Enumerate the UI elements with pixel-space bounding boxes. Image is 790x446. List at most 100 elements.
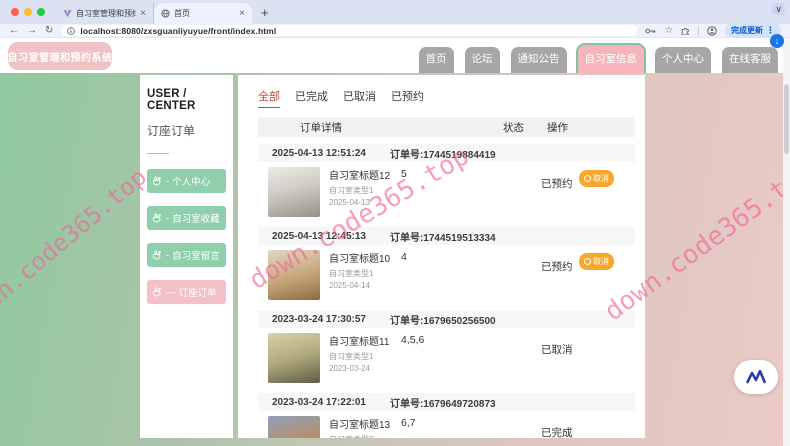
sidebar-item-dash: —	[166, 286, 176, 298]
sidebar-item-label: 订座订单	[178, 288, 217, 299]
toolbar-actions: ☆ 完成更新 ⋮	[645, 23, 781, 38]
browser-tab-system[interactable]: 自习室管理和预约系统 ×	[56, 3, 154, 24]
orders-table-header: 订单详情 状态 操作	[258, 117, 635, 137]
order-row-header: 2023-03-24 17:30:57 订单号:1679650256500	[258, 310, 635, 328]
reservation-date: 2023-03-24	[329, 364, 370, 373]
order-info: 自习室标题12 自习室类型1 2025-04-13	[329, 167, 390, 207]
order-row: 2025-04-13 12:45:13 订单号:1744519513334 自习…	[258, 227, 635, 305]
reload-icon[interactable]: ↻	[45, 25, 53, 36]
minimize-window-button[interactable]	[24, 8, 32, 16]
order-number: 订单号:1744519884419	[389, 149, 496, 161]
hand-horns-icon	[151, 175, 163, 187]
browser-window: 自习室管理和预约系统 × 首页 × + ∨ ← → ↻ localhost:80…	[0, 0, 790, 446]
sidebar-divider	[147, 153, 169, 154]
sidebar-menu-item[interactable]: - 自习室留言	[147, 243, 226, 267]
order-row-header: 2023-03-24 17:22:01 订单号:1679649720873	[258, 393, 635, 411]
profile-avatar-icon[interactable]	[707, 25, 717, 36]
column-header-details: 订单详情	[300, 121, 342, 134]
tab-search-icon[interactable]: ∨	[772, 3, 785, 15]
seat-numbers: 5	[401, 168, 407, 180]
browser-toolbar: ← → ↻ localhost:8080/zxsguanliyuyue/fron…	[0, 23, 790, 38]
hand-horns-icon	[151, 212, 163, 224]
sidebar-item-dash: -	[166, 249, 170, 261]
order-filter-tab[interactable]: 已取消	[343, 88, 376, 108]
close-window-button[interactable]	[11, 8, 19, 16]
order-datetime: 2025-04-13 12:51:24	[272, 147, 366, 159]
sidebar-item-dash: -	[166, 175, 170, 187]
browser-tab-strip: 自习室管理和预约系统 × 首页 × + ∨	[0, 0, 790, 24]
order-info: 自习室标题10 自习室类型1 2025-04-14	[329, 250, 390, 290]
room-title[interactable]: 自习室标题13	[329, 416, 390, 431]
tab-label: 全部	[258, 91, 280, 103]
order-number: 订单号:1679650256500	[389, 315, 496, 327]
site-header: 自习室管理和预约系统 首页 论坛 通知公告 自习室信息 个人中心 在线客服	[0, 38, 790, 73]
close-tab-icon[interactable]: ×	[140, 8, 146, 19]
column-header-status: 状态	[503, 121, 524, 134]
study-room-photo[interactable]	[268, 416, 320, 438]
address-bar[interactable]: localhost:8080/zxsguanliyuyue/front/inde…	[61, 25, 638, 36]
new-tab-button[interactable]: +	[252, 5, 278, 20]
seat-numbers: 4,5,6	[401, 334, 425, 346]
nav-item[interactable]: 论坛	[462, 44, 502, 73]
vite-favicon-icon	[63, 9, 72, 18]
page-scrollbar[interactable]	[783, 38, 790, 446]
nav-item[interactable]: 自习室信息	[575, 42, 646, 73]
maximize-window-button[interactable]	[37, 8, 45, 16]
nav-item[interactable]: 通知公告	[508, 44, 569, 73]
watermark-left: down.code365.top	[0, 162, 153, 333]
sidebar-item-label: 自习室留言	[172, 251, 220, 262]
close-tab-icon[interactable]: ×	[239, 8, 245, 19]
order-filter-tab[interactable]: 已预约	[391, 88, 424, 108]
nav-item[interactable]: 在线客服	[720, 44, 780, 73]
room-title[interactable]: 自习室标题12	[329, 167, 390, 182]
scrollbar-thumb[interactable]	[784, 84, 789, 154]
nav-item[interactable]: 个人中心	[653, 44, 713, 73]
window-controls	[0, 8, 56, 16]
sidebar-menu-item[interactable]: — 订座订单	[147, 280, 226, 304]
order-row-body: 自习室标题10 自习室类型1 2025-04-14 4 已预约 取消	[258, 245, 635, 305]
order-row-body: 自习室标题13 自习室类型2 2023-03-24 6,7 已完成	[258, 411, 635, 438]
order-number: 订单号:1679649720873	[389, 398, 496, 410]
cancel-order-button[interactable]: 取消	[579, 253, 614, 270]
column-header-action: 操作	[547, 121, 568, 134]
hand-horns-icon	[151, 286, 163, 298]
order-filter-tab[interactable]: 已完成	[295, 88, 328, 108]
cancel-order-button[interactable]: 取消	[579, 170, 614, 187]
order-row-header: 2025-04-13 12:45:13 订单号:1744519513334	[258, 227, 635, 245]
extensions-icon[interactable]	[681, 26, 690, 35]
back-icon[interactable]: ←	[9, 25, 19, 36]
browser-tab-home[interactable]: 首页 ×	[154, 3, 252, 24]
site-logo: 自习室管理和预约系统	[8, 42, 112, 70]
study-room-photo[interactable]	[268, 167, 320, 217]
forward-icon[interactable]: →	[27, 25, 37, 36]
floating-helper-widget[interactable]	[734, 360, 778, 394]
download-indicator-icon[interactable]: ↓	[770, 34, 784, 48]
bookmark-star-icon[interactable]: ☆	[664, 25, 673, 36]
study-room-photo[interactable]	[268, 250, 320, 300]
orders-list: 2025-04-13 12:51:24 订单号:1744519884419 自习…	[258, 144, 635, 438]
order-filter-tab[interactable]: 全部	[258, 88, 280, 108]
main-nav: 首页 论坛 通知公告 自习室信息 个人中心 在线客服	[416, 42, 780, 73]
order-status: 已预约	[541, 178, 573, 190]
room-title[interactable]: 自习室标题10	[329, 250, 390, 265]
room-title[interactable]: 自习室标题11	[329, 333, 389, 348]
sidebar-item-dash: -	[166, 212, 170, 224]
hand-horns-icon	[151, 249, 163, 261]
tab-label: 已取消	[343, 91, 376, 103]
order-row: 2023-03-24 17:30:57 订单号:1679650256500 自习…	[258, 310, 635, 388]
site-info-icon[interactable]	[67, 26, 76, 35]
sidebar-item-label: 个人中心	[172, 177, 211, 188]
sidebar-subtitle: 订座订单	[147, 124, 196, 138]
order-datetime: 2023-03-24 17:22:01	[272, 396, 366, 408]
password-key-icon[interactable]	[645, 27, 656, 35]
nav-item-label: 自习室信息	[584, 52, 638, 65]
seat-numbers: 6,7	[401, 417, 416, 429]
order-number: 订单号:1744519513334	[389, 232, 496, 244]
nav-item[interactable]: 首页	[416, 44, 456, 73]
room-type: 自习室类型2	[329, 434, 387, 438]
sidebar-menu-item[interactable]: - 个人中心	[147, 169, 226, 193]
sidebar-heading: USER / CENTER	[147, 88, 196, 112]
order-row-header: 2025-04-13 12:51:24 订单号:1744519884419	[258, 144, 635, 162]
sidebar-menu-item[interactable]: - 自习室收藏	[147, 206, 226, 230]
study-room-photo[interactable]	[268, 333, 320, 383]
